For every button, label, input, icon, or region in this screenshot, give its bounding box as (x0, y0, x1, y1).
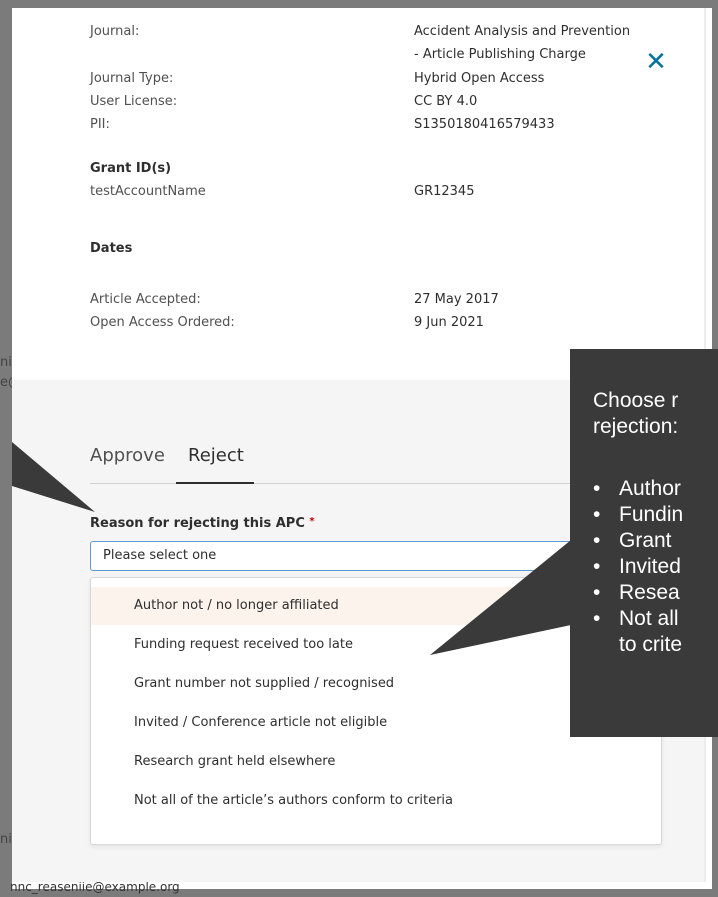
grant-account: testAccountName (90, 184, 206, 199)
tooltip-bullet: • (593, 529, 601, 552)
active-tab-indicator (176, 482, 254, 484)
tooltip-item: Fundin (619, 503, 684, 526)
oa-ordered-value: 9 Jun 2021 (414, 315, 484, 330)
dropdown-option[interactable]: Not all of the article’s authors conform… (91, 782, 661, 820)
tooltip-item: Invited (619, 555, 681, 578)
user-license-label: User License: (90, 94, 178, 109)
grant-id: GR12345 (414, 184, 475, 199)
tooltip-item-cont: to crite (619, 633, 683, 656)
tooltip-line: Choose r (593, 389, 679, 412)
tab-approve[interactable]: Approve (90, 445, 165, 466)
required-marker: * (309, 516, 315, 527)
journal-value: Accident Analysis and Prevention (414, 24, 631, 39)
dates-heading: Dates (90, 241, 133, 256)
background-text: ni (0, 355, 12, 370)
annotation-tooltip: Choose r rejection: • Author • Fundin • … (570, 349, 718, 737)
tooltip-item: Author (619, 477, 681, 500)
tooltip-bullet: • (593, 503, 601, 526)
journal-type-value: Hybrid Open Access (414, 71, 545, 86)
reject-reason-label: Reason for rejecting this APC * (90, 516, 315, 531)
backdrop-left (0, 0, 12, 897)
background-email: nnc_reaseniie@example.org (10, 880, 180, 894)
background-text: ni (0, 832, 12, 847)
select-placeholder: Please select one (103, 548, 217, 563)
tab-reject[interactable]: Reject (188, 445, 244, 466)
close-icon[interactable]: ✕ (642, 48, 670, 76)
journal-label: Journal: (90, 24, 140, 39)
article-accepted-label: Article Accepted: (90, 292, 201, 307)
article-accepted-value: 27 May 2017 (414, 292, 499, 307)
user-license-value: CC BY 4.0 (414, 94, 478, 109)
backdrop-top (0, 0, 718, 8)
tooltip-item: Resea (619, 581, 680, 604)
journal-value-cont: - Article Publishing Charge (414, 47, 586, 62)
tooltip-item: Grant (619, 529, 672, 552)
reject-reason-text: Reason for rejecting this APC (90, 516, 305, 531)
grant-heading: Grant ID(s) (90, 161, 172, 176)
tooltip-bullet: • (593, 555, 601, 578)
tooltip-line: rejection: (593, 415, 679, 438)
pii-value: S1350180416579433 (414, 117, 555, 132)
pii-label: PII: (90, 117, 110, 132)
tabs-divider (90, 483, 650, 484)
oa-ordered-label: Open Access Ordered: (90, 315, 235, 330)
tooltip-bullet: • (593, 607, 601, 630)
tooltip-item: Not all (619, 607, 679, 630)
journal-type-label: Journal Type: (90, 71, 174, 86)
tooltip-bullet: • (593, 477, 601, 500)
dropdown-option[interactable]: Research grant held elsewhere (91, 743, 661, 781)
tooltip-bullet: • (593, 581, 601, 604)
